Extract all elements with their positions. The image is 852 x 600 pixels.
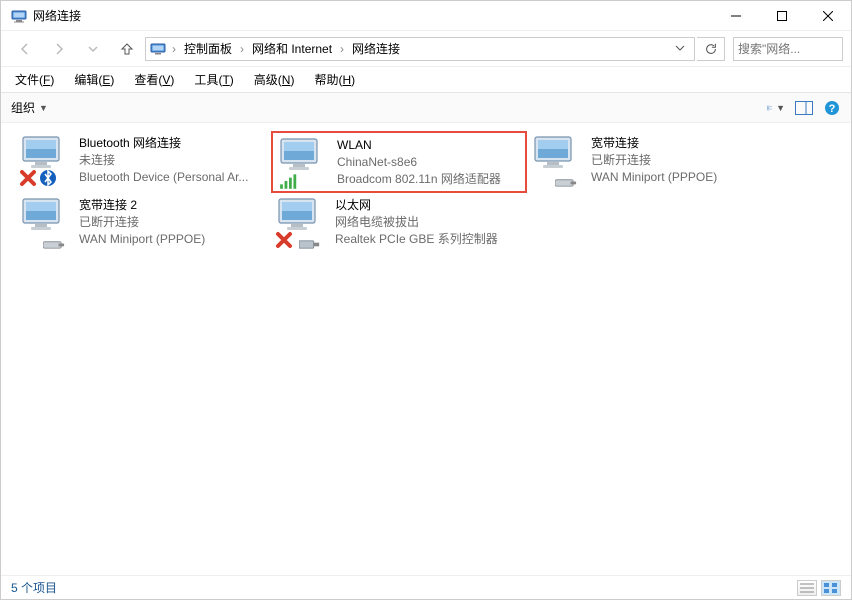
organize-button[interactable]: 组织 ▼	[11, 99, 48, 116]
view-options-button[interactable]: ▼	[767, 99, 785, 117]
connection-device: WAN Miniport (PPPOE)	[591, 169, 717, 186]
chevron-down-icon: ▼	[39, 103, 48, 113]
connection-item[interactable]: 以太网 网络电缆被拔出 Realtek PCIe GBE 系列控制器	[271, 193, 527, 255]
chevron-right-icon: ›	[340, 42, 344, 56]
address-dropdown-button[interactable]	[670, 42, 690, 56]
nav-bar: › 控制面板 › 网络和 Internet › 网络连接	[1, 31, 851, 67]
search-input[interactable]	[738, 42, 838, 56]
breadcrumb-control-panel[interactable]: 控制面板	[180, 38, 236, 59]
connection-name: WLAN	[337, 137, 501, 154]
connection-device: Bluetooth Device (Personal Ar...	[79, 169, 248, 186]
minimize-button[interactable]	[713, 1, 759, 31]
connection-name: 以太网	[335, 197, 498, 214]
connection-item[interactable]: 宽带连接 已断开连接 WAN Miniport (PPPOE)	[527, 131, 783, 193]
close-button[interactable]	[805, 1, 851, 31]
modem-icon	[43, 239, 65, 249]
connection-device: WAN Miniport (PPPOE)	[79, 231, 205, 248]
wifi-signal-icon	[279, 171, 299, 191]
refresh-button[interactable]	[697, 37, 725, 61]
address-bar[interactable]: › 控制面板 › 网络和 Internet › 网络连接	[145, 37, 695, 61]
preview-pane-button[interactable]	[795, 99, 813, 117]
connection-status: 网络电缆被拔出	[335, 214, 498, 231]
item-count: 5 个项目	[11, 579, 57, 596]
connection-info: WLAN ChinaNet-s8e6 Broadcom 802.11n 网络适配…	[337, 137, 501, 187]
forward-button[interactable]	[43, 35, 75, 63]
connection-icon	[533, 135, 583, 185]
connection-icon	[279, 137, 329, 187]
bluetooth-icon	[39, 169, 57, 187]
connection-status: 未连接	[79, 152, 248, 169]
svg-text:?: ?	[829, 103, 836, 115]
window-title: 网络连接	[33, 7, 713, 24]
search-box[interactable]	[733, 37, 843, 61]
menu-advanced[interactable]: 高级(N)	[250, 69, 299, 90]
disabled-x-icon	[19, 169, 37, 187]
connection-name: 宽带连接 2	[79, 197, 205, 214]
chevron-right-icon: ›	[240, 42, 244, 56]
connection-icon	[21, 135, 71, 185]
breadcrumb-network-connections[interactable]: 网络连接	[348, 38, 404, 59]
ethernet-icon	[299, 239, 321, 249]
breadcrumb-network-internet[interactable]: 网络和 Internet	[248, 38, 336, 59]
connection-status: 已断开连接	[591, 152, 717, 169]
window: 网络连接 › 控制面板 › 网络和 Internet › 网络连接	[0, 0, 852, 600]
menu-help[interactable]: 帮助(H)	[310, 69, 359, 90]
up-button[interactable]	[111, 35, 143, 63]
menu-view[interactable]: 查看(V)	[130, 69, 178, 90]
connection-name: Bluetooth 网络连接	[79, 135, 248, 152]
content-area[interactable]: Bluetooth 网络连接 未连接 Bluetooth Device (Per…	[1, 123, 851, 575]
connection-icon	[21, 197, 71, 247]
connection-item[interactable]: Bluetooth 网络连接 未连接 Bluetooth Device (Per…	[15, 131, 271, 193]
disabled-x-icon	[275, 231, 293, 249]
titlebar: 网络连接	[1, 1, 851, 31]
connection-device: Broadcom 802.11n 网络适配器	[337, 171, 501, 188]
back-button[interactable]	[9, 35, 41, 63]
connection-status: ChinaNet-s8e6	[337, 154, 501, 171]
menu-file[interactable]: 文件(F)	[11, 69, 58, 90]
organize-label: 组织	[11, 99, 35, 116]
modem-icon	[555, 177, 577, 187]
connection-item[interactable]: WLAN ChinaNet-s8e6 Broadcom 802.11n 网络适配…	[271, 131, 527, 193]
recent-locations-button[interactable]	[77, 35, 109, 63]
network-connections-icon	[150, 41, 166, 57]
large-icons-view-button[interactable]	[821, 580, 841, 596]
help-button[interactable]: ?	[823, 99, 841, 117]
connection-info: 宽带连接 已断开连接 WAN Miniport (PPPOE)	[591, 135, 717, 185]
menu-tools[interactable]: 工具(T)	[190, 69, 237, 90]
command-bar: 组织 ▼ ▼ ?	[1, 93, 851, 123]
chevron-down-icon: ▼	[776, 103, 785, 113]
connection-item[interactable]: 宽带连接 2 已断开连接 WAN Miniport (PPPOE)	[15, 193, 271, 255]
details-view-button[interactable]	[797, 580, 817, 596]
menu-edit[interactable]: 编辑(E)	[70, 69, 118, 90]
menu-bar: 文件(F) 编辑(E) 查看(V) 工具(T) 高级(N) 帮助(H)	[1, 67, 851, 93]
connection-icon	[277, 197, 327, 247]
connection-name: 宽带连接	[591, 135, 717, 152]
maximize-button[interactable]	[759, 1, 805, 31]
chevron-right-icon: ›	[172, 42, 176, 56]
connection-device: Realtek PCIe GBE 系列控制器	[335, 231, 498, 248]
connection-info: Bluetooth 网络连接 未连接 Bluetooth Device (Per…	[79, 135, 248, 185]
network-connections-icon	[11, 8, 27, 24]
status-bar: 5 个项目	[1, 575, 851, 599]
connection-status: 已断开连接	[79, 214, 205, 231]
connection-info: 以太网 网络电缆被拔出 Realtek PCIe GBE 系列控制器	[335, 197, 498, 247]
connection-info: 宽带连接 2 已断开连接 WAN Miniport (PPPOE)	[79, 197, 205, 247]
connections-list: Bluetooth 网络连接 未连接 Bluetooth Device (Per…	[15, 131, 837, 255]
